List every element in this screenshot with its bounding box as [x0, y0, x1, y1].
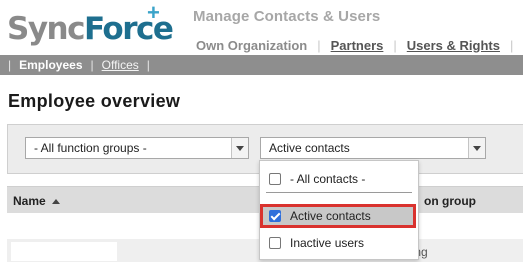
- nav-separator: |: [509, 37, 514, 53]
- logo-sync-text: Sync: [7, 11, 85, 47]
- option-label: Inactive users: [290, 236, 365, 250]
- option-active-contacts[interactable]: Active contacts: [260, 204, 416, 228]
- page-title: Employee overview: [8, 91, 181, 111]
- column-header-name[interactable]: Name: [13, 194, 60, 208]
- subnav-employees[interactable]: Employees: [19, 58, 82, 72]
- nav-separator: |: [317, 37, 321, 53]
- nav-own-organization[interactable]: Own Organization: [196, 38, 307, 53]
- subnav-separator: |: [90, 58, 94, 72]
- chevron-down-icon[interactable]: [231, 138, 248, 158]
- top-navigation: Own Organization | Partners | Users & Ri…: [196, 37, 523, 53]
- sort-ascending-icon: [51, 198, 60, 204]
- subnav-offices[interactable]: Offices: [102, 58, 139, 72]
- menu-divider: [266, 192, 412, 193]
- option-label: - All contacts -: [290, 172, 366, 186]
- redacted-name-cell: [11, 242, 117, 261]
- checkbox-checked-icon[interactable]: [269, 210, 281, 222]
- redacted-name-cell: [11, 217, 117, 236]
- subnav-separator: |: [8, 58, 12, 72]
- option-label: Active contacts: [290, 209, 371, 223]
- column-header-name-label: Name: [13, 194, 46, 208]
- nav-partners[interactable]: Partners: [331, 38, 384, 53]
- contacts-select-value: Active contacts: [269, 141, 350, 155]
- logo-plus-icon: +: [147, 0, 160, 25]
- option-inactive-users[interactable]: Inactive users: [260, 232, 418, 254]
- nav-separator: |: [393, 37, 397, 53]
- chevron-down-icon[interactable]: [468, 138, 485, 158]
- app-title: Manage Contacts & Users: [193, 8, 381, 25]
- contacts-dropdown-menu: - All contacts - Active contacts Inactiv…: [259, 160, 419, 260]
- checkbox-unchecked-icon[interactable]: [269, 237, 281, 249]
- nav-users-rights[interactable]: Users & Rights: [407, 38, 500, 53]
- function-group-select[interactable]: - All function groups -: [25, 137, 249, 159]
- function-group-select-value: - All function groups -: [34, 141, 147, 155]
- contacts-select[interactable]: Active contacts: [260, 137, 486, 159]
- option-all-contacts[interactable]: - All contacts -: [260, 168, 418, 190]
- subnav-separator: |: [146, 58, 150, 72]
- column-header-function-group[interactable]: on group: [424, 194, 476, 208]
- sub-navigation: | Employees | Offices |: [0, 55, 523, 75]
- checkbox-unchecked-icon[interactable]: [269, 173, 281, 185]
